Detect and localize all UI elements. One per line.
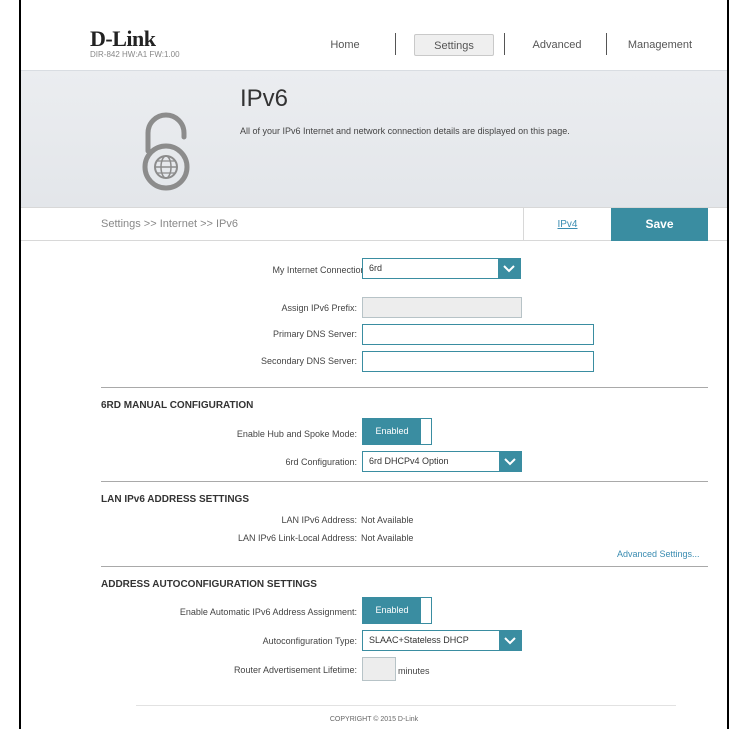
advanced-settings-link[interactable]: Advanced Settings... (617, 549, 700, 559)
breadcrumb: Settings >> Internet >> IPv6 (101, 218, 238, 230)
hub-spoke-label: Enable Hub and Spoke Mode: (236, 429, 357, 439)
hub-spoke-toggle[interactable]: Enabled (362, 418, 432, 445)
page-description: All of your IPv6 Internet and network co… (240, 126, 570, 136)
lan-link-local-value: Not Available (361, 533, 414, 543)
nav-separator (504, 33, 505, 55)
sixrd-config-label: 6rd Configuration: (285, 457, 357, 467)
secondary-dns-label: Secondary DNS Server: (260, 356, 357, 366)
primary-dns-label: Primary DNS Server: (272, 329, 357, 339)
auto-assign-label: Enable Automatic IPv6 Address Assignment… (179, 607, 357, 617)
footer-divider (136, 705, 676, 706)
page-title: IPv6 (240, 85, 289, 112)
chevron-down-icon (498, 259, 520, 278)
nav-separator (606, 33, 607, 55)
save-button[interactable]: Save (611, 208, 708, 241)
autoconfig-section-title: ADDRESS AUTOCONFIGURATION SETTINGS (101, 579, 317, 590)
nav-settings[interactable]: Settings (414, 34, 494, 56)
router-admin-page: D-Link DIR-842 HW:A1 FW:1.00 Home Settin… (19, 0, 729, 729)
sixrd-config-value: 6rd DHCPv4 Option (369, 456, 449, 466)
secondary-dns-field[interactable] (362, 351, 594, 372)
nav-advanced[interactable]: Advanced (517, 34, 597, 56)
sixrd-section-title: 6RD MANUAL CONFIGURATION (101, 400, 254, 411)
assign-prefix-label: Assign IPv6 Prefix: (281, 303, 357, 313)
assign-prefix-field (362, 297, 522, 318)
top-bar: D-Link DIR-842 HW:A1 FW:1.00 Home Settin… (21, 0, 727, 70)
ra-lifetime-field (362, 657, 396, 681)
sixrd-config-select[interactable]: 6rd DHCPv4 Option (362, 451, 522, 472)
autoconfig-type-select[interactable]: SLAAC+Stateless DHCP (362, 630, 522, 651)
lan-ipv6-address-label: LAN IPv6 Address: (281, 515, 357, 525)
connection-type-select[interactable]: 6rd (362, 258, 521, 279)
lan-ipv6-address-value: Not Available (361, 515, 414, 525)
section-divider (101, 566, 708, 567)
chevron-down-icon (499, 452, 521, 471)
ra-lifetime-label: Router Advertisement Lifetime: (233, 665, 357, 675)
breadcrumb-bar: Settings >> Internet >> IPv6 IPv4 Save (21, 207, 727, 241)
model-info: DIR-842 HW:A1 FW:1.00 (90, 50, 180, 59)
ra-lifetime-unit: minutes (398, 666, 430, 676)
section-divider (101, 481, 708, 482)
connection-type-label: My Internet Connection is: (272, 265, 377, 275)
autoconfig-type-value: SLAAC+Stateless DHCP (369, 635, 469, 645)
lan-link-local-label: LAN IPv6 Link-Local Address: (237, 533, 357, 543)
nav-management[interactable]: Management (615, 34, 705, 56)
connection-type-value: 6rd (369, 263, 383, 273)
section-divider (101, 387, 708, 388)
chevron-down-icon (499, 631, 521, 650)
page-header: IPv6 All of your IPv6 Internet and netwo… (21, 70, 727, 207)
primary-dns-field[interactable] (362, 324, 594, 345)
lan-section-title: LAN IPv6 ADDRESS SETTINGS (101, 494, 249, 505)
copyright-footer: COPYRIGHT © 2015 D-Link (329, 716, 419, 723)
ipv4-tab-link[interactable]: IPv4 (523, 208, 611, 241)
dlink-logo: D-Link (90, 26, 156, 51)
nav-home[interactable]: Home (315, 34, 375, 56)
auto-assign-toggle[interactable]: Enabled (362, 597, 432, 624)
ipv6-lock-icon (142, 112, 190, 191)
autoconfig-type-label: Autoconfiguration Type: (262, 636, 357, 646)
hub-spoke-toggle-state: Enabled (363, 419, 421, 444)
auto-assign-toggle-state: Enabled (363, 598, 421, 623)
nav-separator (395, 33, 396, 55)
